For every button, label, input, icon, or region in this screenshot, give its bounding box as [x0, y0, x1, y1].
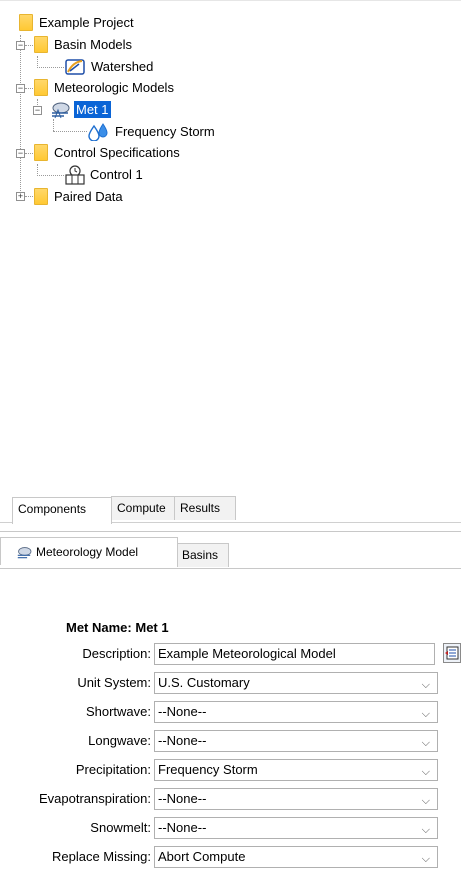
unit-system-select[interactable]: U.S. Customary ⌵	[154, 672, 438, 694]
project-tree: − − − − + Example Project Basin Models W…	[0, 0, 461, 494]
tree-item-meteorologic-models[interactable]: Meteorologic Models	[34, 78, 176, 97]
folder-icon	[34, 36, 48, 53]
tab-label: Meteorology Model	[36, 545, 139, 559]
tab-components[interactable]: Components	[12, 497, 112, 524]
shortwave-select[interactable]: --None-- ⌵	[154, 701, 438, 723]
met-name-heading: Met Name: Met 1	[66, 620, 169, 635]
tree-tab-bar: Components Compute Results	[0, 496, 461, 524]
collapse-basin-models[interactable]: −	[16, 41, 25, 50]
unit-system-value: U.S. Customary	[158, 675, 250, 690]
tree-item-paired-data[interactable]: Paired Data	[34, 187, 125, 206]
folder-icon	[34, 144, 48, 161]
chevron-down-icon: ⌵	[421, 708, 430, 720]
divider	[0, 531, 461, 532]
tree-connector	[37, 67, 64, 68]
description-value: Example Meteorological Model	[158, 646, 336, 661]
tree-connector	[53, 131, 87, 132]
tree-connector	[20, 35, 21, 197]
snowmelt-label: Snowmelt:	[90, 820, 151, 835]
tree-item-label: Control 1	[90, 167, 143, 182]
longwave-label: Longwave:	[88, 733, 151, 748]
edit-list-icon	[445, 646, 459, 660]
collapse-control-specs[interactable]: −	[16, 149, 25, 158]
basin-model-icon	[65, 58, 85, 75]
chevron-down-icon: ⌵	[421, 737, 430, 749]
tab-results[interactable]: Results	[174, 496, 236, 520]
expand-paired-data[interactable]: +	[16, 192, 25, 201]
tree-item-example-project[interactable]: Example Project	[19, 13, 136, 32]
divider	[0, 568, 461, 569]
tree-item-label: Met 1	[74, 101, 111, 118]
description-editor-button[interactable]	[443, 643, 461, 663]
shortwave-value: --None--	[158, 704, 207, 719]
shortwave-label: Shortwave:	[85, 704, 151, 719]
tree-connector	[53, 119, 54, 131]
precipitation-icon	[88, 122, 108, 141]
tree-item-frequency-storm[interactable]: Frequency Storm	[88, 122, 217, 141]
snowmelt-select[interactable]: --None-- ⌵	[154, 817, 438, 839]
unit-system-label: Unit System:	[77, 675, 151, 690]
replace-missing-value: Abort Compute	[158, 849, 246, 864]
tree-item-control-specifications[interactable]: Control Specifications	[34, 143, 182, 162]
tree-item-label: Control Specifications	[54, 145, 180, 160]
chevron-down-icon: ⌵	[421, 853, 430, 865]
tab-basins[interactable]: Basins	[177, 543, 229, 567]
precipitation-select[interactable]: Frequency Storm ⌵	[154, 759, 438, 781]
collapse-meteorologic-models[interactable]: −	[16, 84, 25, 93]
chevron-down-icon: ⌵	[421, 766, 430, 778]
met-name-value: Met 1	[135, 620, 169, 635]
folder-icon	[34, 79, 48, 96]
precipitation-label: Precipitation:	[75, 762, 151, 777]
tab-meteorology-model[interactable]: Meteorology Model	[0, 537, 178, 565]
chevron-down-icon: ⌵	[421, 679, 430, 691]
description-field[interactable]: Example Meteorological Model	[154, 643, 435, 665]
evapotranspiration-label: Evapotranspiration:	[38, 791, 151, 806]
meteorology-model-icon	[17, 546, 32, 559]
detail-tab-bar: Meteorology Model Basins	[0, 537, 461, 569]
tree-item-label: Meteorologic Models	[54, 80, 174, 95]
tree-item-control1[interactable]: Control 1	[65, 164, 145, 185]
description-label: Description:	[82, 646, 151, 661]
chevron-down-icon: ⌵	[421, 824, 430, 836]
collapse-met1[interactable]: −	[33, 106, 42, 115]
replace-missing-label: Replace Missing:	[52, 849, 151, 864]
folder-icon	[19, 14, 33, 31]
tree-item-label: Example Project	[39, 15, 134, 30]
tree-item-met1[interactable]: Met 1	[49, 100, 111, 119]
tree-item-label: Watershed	[91, 59, 154, 74]
evapotranspiration-value: --None--	[158, 791, 207, 806]
tree-item-label: Frequency Storm	[115, 124, 215, 139]
meteorology-model-icon	[52, 102, 70, 118]
tree-item-watershed[interactable]: Watershed	[65, 57, 155, 76]
tree-connector	[37, 175, 64, 176]
tree-item-label: Basin Models	[54, 37, 133, 52]
folder-icon	[34, 188, 48, 205]
evapotranspiration-select[interactable]: --None-- ⌵	[154, 788, 438, 810]
met-name-label: Met Name:	[66, 620, 132, 635]
control-spec-icon	[65, 164, 85, 185]
replace-missing-select[interactable]: Abort Compute ⌵	[154, 846, 438, 868]
snowmelt-value: --None--	[158, 820, 207, 835]
longwave-value: --None--	[158, 733, 207, 748]
longwave-select[interactable]: --None-- ⌵	[154, 730, 438, 752]
tab-compute[interactable]: Compute	[111, 496, 175, 520]
chevron-down-icon: ⌵	[421, 795, 430, 807]
tree-item-basin-models[interactable]: Basin Models	[34, 35, 134, 54]
precipitation-value: Frequency Storm	[158, 762, 258, 777]
tree-item-label: Paired Data	[54, 189, 123, 204]
